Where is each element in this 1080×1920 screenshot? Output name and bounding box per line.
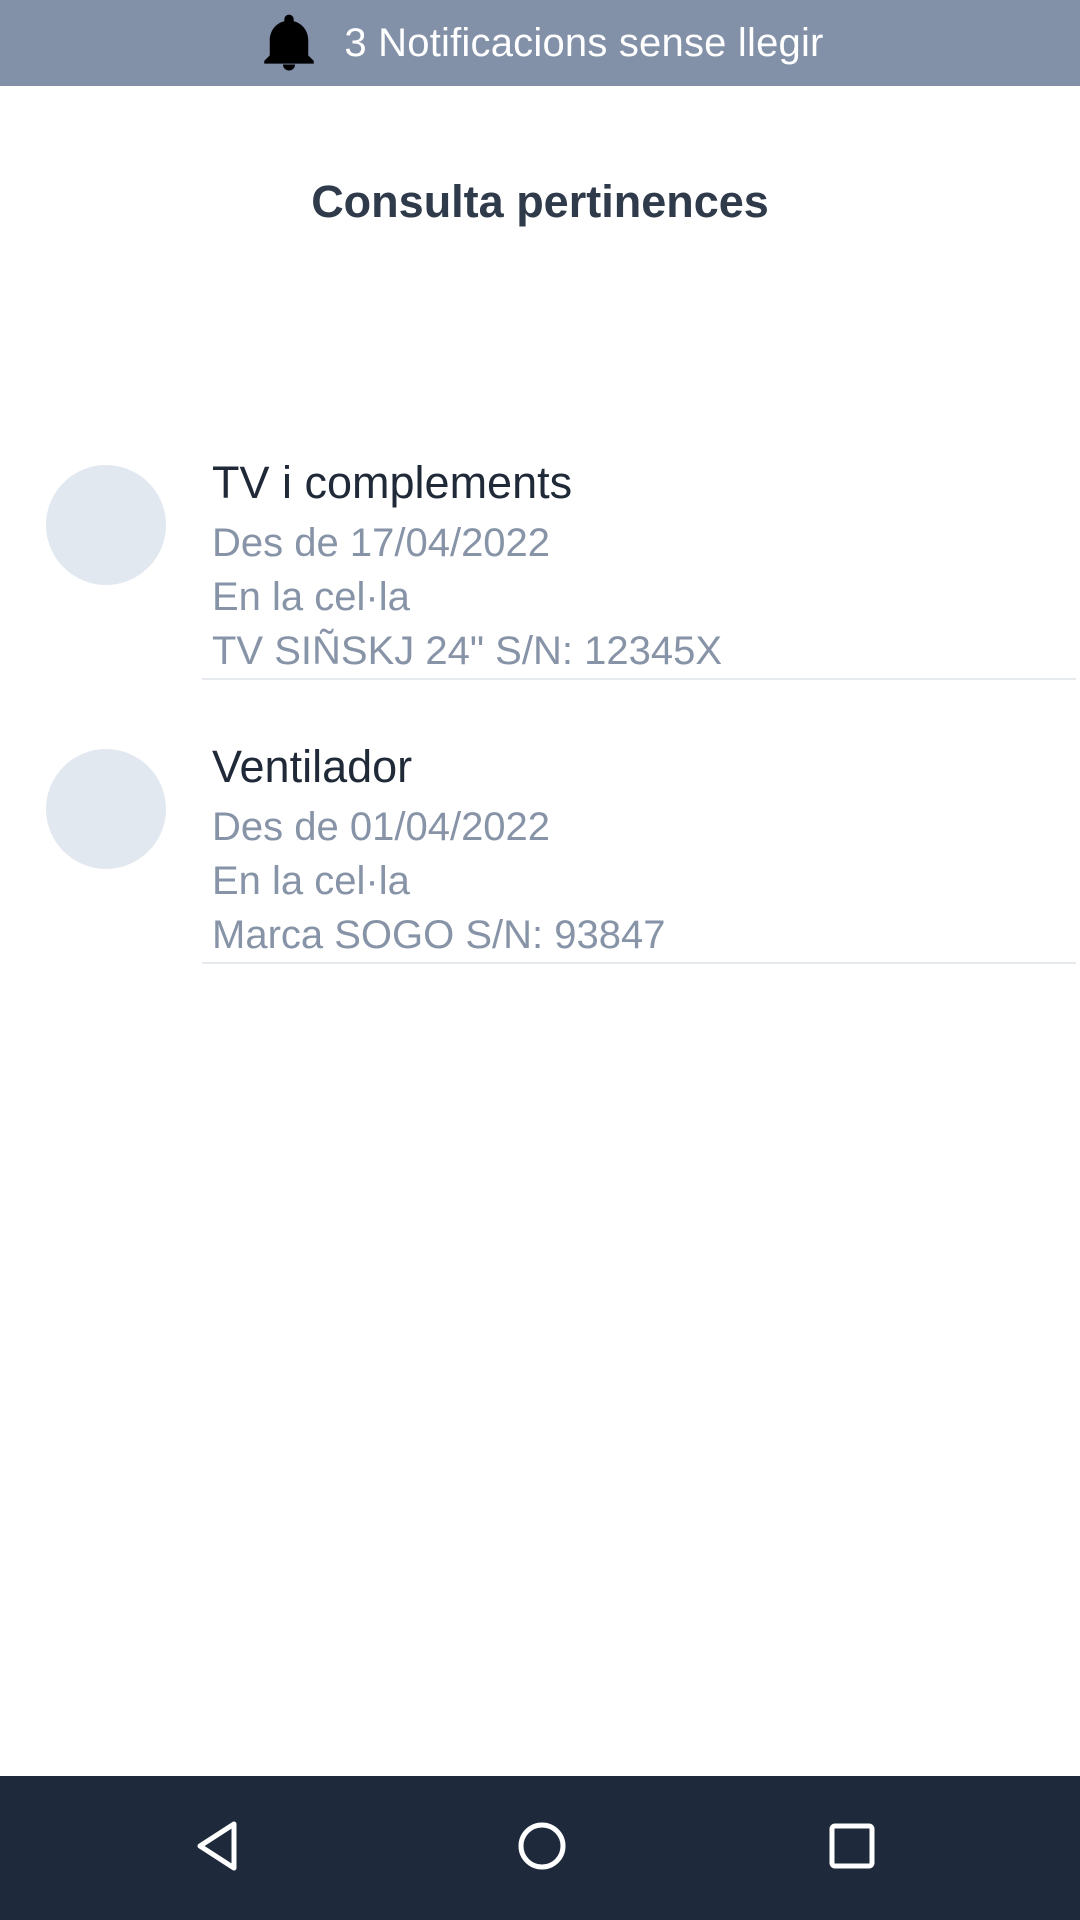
avatar (46, 465, 166, 585)
item-title: TV i complements (212, 457, 573, 508)
item-body: Ventilador Des de 01/04/2022 En la cel·l… (212, 724, 1080, 962)
item-since: Des de 17/04/2022 (212, 521, 551, 565)
item-location: En la cel·la (212, 575, 410, 619)
list-item[interactable]: TV i complements Des de 17/04/2022 En la… (0, 440, 1080, 724)
home-circle-icon (514, 1818, 570, 1879)
avatar (46, 749, 166, 869)
item-detail: Marca SOGO S/N: 93847 (212, 913, 666, 957)
system-navigation-bar (0, 1776, 1080, 1920)
bell-icon (256, 10, 322, 76)
nav-home-button[interactable] (482, 1776, 602, 1920)
item-since: Des de 01/04/2022 (212, 805, 551, 849)
item-body: TV i complements Des de 17/04/2022 En la… (212, 440, 1080, 678)
notification-text: 3 Notificacions sense llegir (344, 20, 824, 65)
list-item[interactable]: Ventilador Des de 01/04/2022 En la cel·l… (0, 724, 1080, 1008)
screen: 3 Notificacions sense llegir Consulta pe… (0, 0, 1080, 1920)
page-title: Consulta pertinences (311, 176, 769, 227)
item-detail: TV SIÑSKJ 24" S/N: 12345X (212, 629, 722, 673)
notification-banner[interactable]: 3 Notificacions sense llegir (0, 0, 1080, 86)
belongings-list: TV i complements Des de 17/04/2022 En la… (0, 440, 1080, 1008)
nav-back-button[interactable] (158, 1776, 278, 1920)
back-triangle-icon (190, 1818, 246, 1879)
recents-square-icon (824, 1818, 880, 1879)
nav-recents-button[interactable] (792, 1776, 912, 1920)
item-location: En la cel·la (212, 859, 410, 903)
divider (202, 962, 1076, 964)
divider (202, 678, 1076, 680)
item-title: Ventilador (212, 741, 413, 792)
